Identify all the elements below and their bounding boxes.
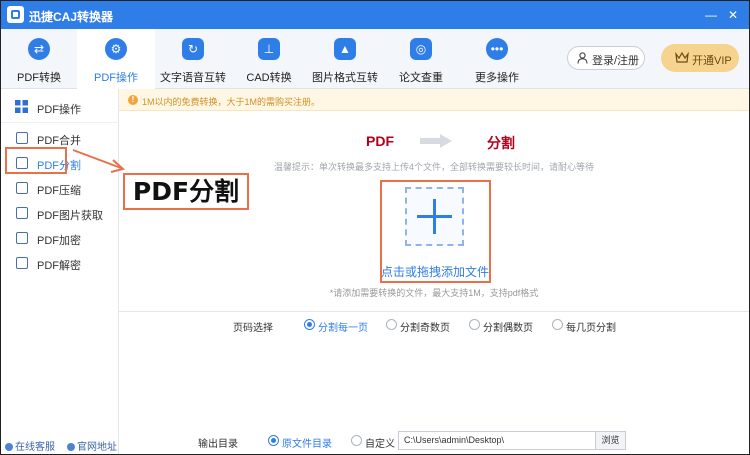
more-dots-icon: ••• bbox=[486, 38, 508, 60]
output-dir-label: 输出目录 bbox=[198, 439, 238, 450]
vip-label: 开通VIP bbox=[692, 55, 732, 67]
login-register-button[interactable]: 登录/注册 bbox=[567, 46, 645, 70]
tab-label: 图片格式互转 bbox=[312, 72, 378, 84]
option-split-every-page[interactable]: 分割每一页 bbox=[318, 319, 368, 334]
radio-split-every-page[interactable] bbox=[304, 319, 315, 330]
sidebar: PDF操作 PDF合并 PDF分割 PDF压缩 PDF图片获取 PDF加密 PD… bbox=[1, 89, 119, 454]
app-window: 迅捷CAJ转换器 — ✕ ⇄ PDF转换 ⚙ PDF操作 ↻ 文字语音互转 ⊥ … bbox=[0, 0, 750, 455]
tab-label: 文字语音互转 bbox=[160, 72, 226, 84]
main-toolbar: ⇄ PDF转换 ⚙ PDF操作 ↻ 文字语音互转 ⊥ CAD转换 ▲ 图片格式互… bbox=[1, 29, 749, 89]
radio-custom-dir[interactable] bbox=[351, 435, 362, 446]
app-title: 迅捷CAJ转换器 bbox=[29, 10, 114, 24]
image-extract-icon bbox=[16, 207, 28, 219]
sidebar-header: PDF操作 bbox=[1, 89, 119, 123]
upload-note: *请添加需要转换的文件，最大支持1M，支持pdf格式 bbox=[329, 288, 539, 298]
option-custom-dir[interactable]: 自定义 bbox=[365, 435, 395, 450]
gear-icon: ⚙ bbox=[105, 38, 127, 60]
lock-icon bbox=[16, 232, 28, 244]
flow-source: PDF bbox=[366, 133, 394, 149]
sidebar-item-pdf-encrypt[interactable]: PDF加密 bbox=[1, 226, 119, 251]
output-dir-row: 输出目录 原文件目录 自定义 bbox=[1, 435, 749, 450]
option-split-every-n-pages[interactable]: 每几页分割 bbox=[566, 319, 616, 334]
warning-icon: ! bbox=[128, 95, 138, 105]
tab-label: PDF转换 bbox=[17, 72, 61, 84]
sidebar-item-label: PDF合并 bbox=[37, 135, 81, 147]
crown-icon bbox=[675, 52, 689, 63]
flow-arrow-icon bbox=[420, 134, 452, 148]
page-select-row: 页码选择 分割每一页 分割奇数页 分割偶数页 每几页分割 bbox=[1, 319, 749, 334]
sidebar-item-pdf-compress[interactable]: PDF压缩 bbox=[1, 176, 119, 201]
notice-text: 1M以内的免费转换，大于1M的需购买注册。 bbox=[142, 97, 321, 107]
option-split-even-pages[interactable]: 分割偶数页 bbox=[483, 319, 533, 334]
sidebar-item-label: PDF加密 bbox=[37, 235, 81, 247]
annotation-label: PDF分割 bbox=[123, 173, 249, 210]
radio-split-every-n-pages[interactable] bbox=[552, 319, 563, 330]
split-highlight-box bbox=[5, 147, 67, 174]
compress-icon bbox=[16, 182, 28, 194]
sidebar-header-label: PDF操作 bbox=[37, 104, 81, 116]
tab-label: CAD转换 bbox=[246, 72, 292, 84]
tab-label: 更多操作 bbox=[475, 72, 519, 84]
vip-button[interactable]: 开通VIP bbox=[661, 44, 739, 72]
swap-arrows-icon: ⇄ bbox=[28, 38, 50, 60]
tab-cad-convert[interactable]: ⊥ CAD转换 bbox=[231, 29, 307, 89]
notice-bar: ! 1M以内的免费转换，大于1M的需购买注册。 bbox=[119, 89, 749, 111]
radio-split-even-pages[interactable] bbox=[469, 319, 480, 330]
radio-split-odd-pages[interactable] bbox=[386, 319, 397, 330]
merge-icon bbox=[16, 132, 28, 144]
tab-label: PDF操作 bbox=[94, 72, 138, 84]
voice-convert-icon: ↻ bbox=[182, 38, 204, 60]
tab-paper-check[interactable]: ◎ 论文查重 bbox=[383, 29, 459, 89]
sidebar-item-pdf-decrypt[interactable]: PDF解密 bbox=[1, 251, 119, 276]
unlock-icon bbox=[16, 257, 28, 269]
tab-text-voice[interactable]: ↻ 文字语音互转 bbox=[155, 29, 231, 89]
sidebar-item-pdf-image-extract[interactable]: PDF图片获取 bbox=[1, 201, 119, 226]
upload-label[interactable]: 点击或拖拽添加文件 bbox=[379, 263, 491, 280]
flow-target: 分割 bbox=[487, 135, 515, 151]
tab-label: 论文查重 bbox=[399, 72, 443, 84]
app-logo-icon bbox=[7, 6, 24, 23]
tab-more[interactable]: ••• 更多操作 bbox=[459, 29, 535, 89]
option-source-dir[interactable]: 原文件目录 bbox=[282, 435, 332, 450]
tab-pdf-operations[interactable]: ⚙ PDF操作 bbox=[77, 29, 155, 89]
sidebar-item-label: PDF解密 bbox=[37, 260, 81, 272]
close-button[interactable]: ✕ bbox=[723, 5, 743, 25]
sidebar-item-label: PDF压缩 bbox=[37, 185, 81, 197]
tab-pdf-convert[interactable]: ⇄ PDF转换 bbox=[1, 29, 77, 89]
output-path-field[interactable]: C:\Users\admin\Desktop\ bbox=[398, 431, 596, 450]
page-select-label: 页码选择 bbox=[233, 323, 273, 334]
grid-icon bbox=[15, 100, 28, 113]
user-icon bbox=[577, 52, 588, 64]
upload-dropzone[interactable] bbox=[405, 187, 464, 246]
title-bar: 迅捷CAJ转换器 — ✕ bbox=[1, 1, 749, 29]
paper-check-icon: ◎ bbox=[410, 38, 432, 60]
tip-text: 温馨提示：单次转换最多支持上传4个文件，全部转换需要较长时间，请耐心等待 bbox=[273, 162, 594, 172]
sidebar-item-label: PDF图片获取 bbox=[37, 210, 103, 222]
image-icon: ▲ bbox=[334, 38, 356, 60]
divider bbox=[119, 311, 749, 312]
option-split-odd-pages[interactable]: 分割奇数页 bbox=[400, 319, 450, 334]
tab-image-convert[interactable]: ▲ 图片格式互转 bbox=[307, 29, 383, 89]
cad-icon: ⊥ bbox=[258, 38, 280, 60]
login-label: 登录/注册 bbox=[592, 55, 640, 67]
radio-source-dir[interactable] bbox=[268, 435, 279, 446]
plus-icon-vertical bbox=[433, 199, 436, 234]
minimize-button[interactable]: — bbox=[701, 5, 721, 25]
browse-button[interactable]: 浏览 bbox=[596, 431, 626, 450]
